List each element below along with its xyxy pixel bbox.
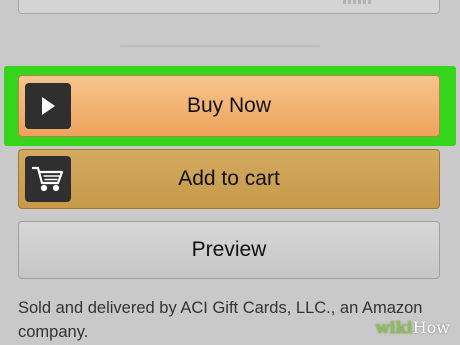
cart-icon: [25, 156, 71, 202]
divider: [120, 45, 320, 47]
preview-label: Preview: [191, 238, 267, 261]
top-panel: [18, 0, 440, 14]
preview-button[interactable]: Preview: [18, 221, 440, 279]
grid-icon: [343, 0, 373, 4]
buy-now-label: Buy Now: [186, 94, 272, 117]
buy-now-button[interactable]: Buy Now: [18, 75, 440, 137]
add-to-cart-label: Add to cart: [178, 167, 280, 190]
add-to-cart-button[interactable]: Add to cart: [18, 149, 440, 209]
watermark: wikiHow: [375, 318, 450, 337]
play-icon: [25, 83, 71, 129]
